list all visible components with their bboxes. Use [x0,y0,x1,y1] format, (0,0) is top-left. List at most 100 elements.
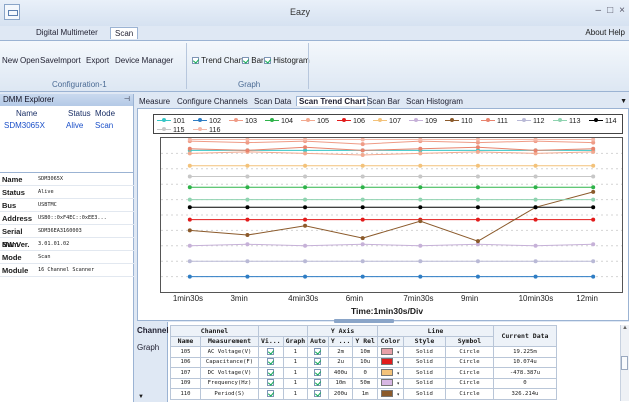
color-cell[interactable]: ▾ [376,346,404,358]
auto-checkbox[interactable] [307,367,329,379]
checkbox-icon[interactable] [242,57,249,64]
legend-item[interactable]: 111 [481,116,508,125]
tab-scan-bar[interactable]: Scan Bar [367,97,400,106]
checkbox-icon[interactable] [314,347,322,355]
new-button[interactable]: New [2,56,18,65]
cell-yrel[interactable]: 50m [352,377,378,389]
column-header[interactable]: Vi... [258,335,284,347]
cell-graph[interactable]: 1 [282,346,309,358]
color-cell[interactable]: ▾ [376,377,404,389]
open-button[interactable]: Open [20,56,40,65]
column-header[interactable]: Name [170,335,201,347]
side-tab-graph[interactable]: Graph [137,343,159,352]
cell-measurement[interactable]: Capacitance(F) [200,356,259,368]
legend-item[interactable]: 109 [409,116,437,125]
auto-checkbox[interactable] [307,346,329,358]
cell-name[interactable]: 106 [170,356,201,368]
bar-option[interactable]: Bar [242,56,264,65]
color-cell[interactable]: ▾ [376,367,404,379]
tab-scan[interactable]: Scan [110,27,139,39]
import-button[interactable]: Import [58,56,81,65]
save-button[interactable]: Save [40,56,58,65]
dropdown-icon[interactable]: ▾ [393,381,399,387]
cell-name[interactable]: 107 [170,367,201,379]
legend-item[interactable]: 115 [157,125,184,134]
dropdown-icon[interactable]: ▾ [393,392,399,398]
side-tab-channel[interactable]: Channel [137,326,169,335]
table-row[interactable]: 109 Frequency(Hz) 1 10m 50m ▾ Solid Circle 0 [170,377,557,389]
column-header[interactable]: Y ... [327,335,354,347]
column-header[interactable]: Auto [307,335,329,347]
cell-measurement[interactable]: AC Voltage(V) [200,346,259,358]
cell-y[interactable]: 200u [327,388,354,400]
cell-graph[interactable]: 1 [282,367,309,379]
cell-symbol[interactable]: Circle [444,367,494,379]
about-help-link[interactable]: About Help [585,28,625,37]
device-name[interactable]: SDM3065X [4,121,45,130]
grid-scroll-button[interactable] [621,356,628,370]
minimize-icon[interactable]: – [596,5,602,16]
color-swatch[interactable] [381,347,394,355]
cell-graph[interactable]: 1 [282,388,309,400]
cell-graph[interactable]: 1 [282,356,309,368]
color-cell[interactable]: ▾ [376,356,404,368]
legend-item[interactable]: 101 [157,116,185,125]
legend-item[interactable]: 106 [337,116,365,125]
cell-y[interactable]: 10m [327,377,354,389]
column-header[interactable]: Color [376,335,404,347]
checkbox-icon[interactable] [314,358,322,366]
dropdown-icon[interactable]: ▾ [393,350,399,356]
checkbox-icon[interactable] [314,379,322,387]
export-button[interactable]: Export [86,56,109,65]
visible-checkbox[interactable] [258,356,284,368]
checkbox-icon[interactable] [267,358,275,366]
visible-checkbox[interactable] [258,346,284,358]
legend-item[interactable]: 105 [301,116,329,125]
cell-style[interactable]: Solid [402,388,446,400]
tab-list-dropdown-icon[interactable]: ▼ [620,98,627,105]
cell-y[interactable]: 400u [327,367,354,379]
column-status[interactable]: Status [68,109,91,118]
table-row[interactable]: 105 AC Voltage(V) 1 2m 10m ▾ Solid Circle 19.22… [170,346,557,358]
maximize-icon[interactable]: □ [607,5,613,16]
cell-name[interactable]: 110 [170,388,201,400]
cell-y[interactable]: 2u [327,356,354,368]
cell-style[interactable]: Solid [402,367,446,379]
cell-symbol[interactable]: Circle [444,388,494,400]
cell-yrel[interactable]: 10m [352,346,378,358]
legend-item[interactable]: 113 [553,116,580,125]
checkbox-icon[interactable] [267,347,275,355]
column-name[interactable]: Name [16,109,37,118]
checkbox-icon[interactable] [264,57,271,64]
cell-current[interactable]: 326.214u [492,388,557,400]
tab-measure[interactable]: Measure [139,97,170,106]
cell-symbol[interactable]: Circle [444,377,494,389]
device-manager-button[interactable]: Device Manager [115,56,173,65]
color-cell[interactable]: ▾ [376,388,404,400]
checkbox-icon[interactable] [314,368,322,376]
table-row[interactable]: 106 Capacitance(F) 1 2u 10u ▾ Solid Circle 10.0… [170,356,557,368]
checkbox-icon[interactable] [267,368,275,376]
column-mode[interactable]: Mode [95,109,115,118]
cell-measurement[interactable]: Period(S) [200,388,259,400]
column-header[interactable]: Measurement [200,335,259,347]
column-header[interactable]: Graph [282,335,309,347]
cell-measurement[interactable]: DC Voltage(V) [200,367,259,379]
tab-scan-data[interactable]: Scan Data [254,97,291,106]
auto-checkbox[interactable] [307,377,329,389]
color-swatch[interactable] [381,368,394,376]
tab-scan-histogram[interactable]: Scan Histogram [406,97,463,106]
cell-yrel[interactable]: 0 [352,367,378,379]
legend-item[interactable]: 114 [589,116,616,125]
pin-icon[interactable]: ⊣ [124,95,130,103]
column-header[interactable]: Y Rel [352,335,378,347]
visible-checkbox[interactable] [258,388,284,400]
legend-item[interactable]: 103 [229,116,257,125]
cell-current[interactable]: 10.074u [492,356,557,368]
legend-item[interactable]: 104 [265,116,293,125]
cell-y[interactable]: 2m [327,346,354,358]
checkbox-icon[interactable] [267,389,275,397]
checkbox-icon[interactable] [192,57,199,64]
close-icon[interactable]: × [619,5,625,16]
color-swatch[interactable] [381,389,394,397]
